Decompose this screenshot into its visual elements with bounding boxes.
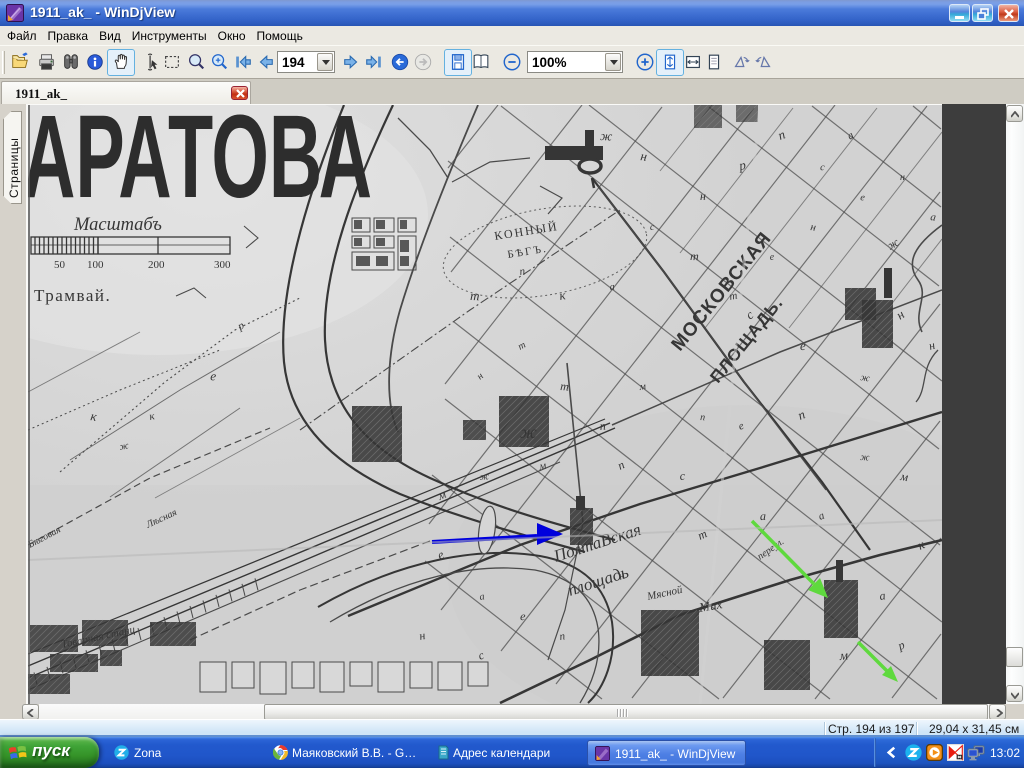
svg-text:п: п — [599, 419, 606, 433]
svg-text:100: 100 — [87, 259, 104, 271]
svg-text:т: т — [470, 288, 480, 303]
svg-text:Масштабъ: Масштабъ — [73, 215, 162, 235]
svg-text:Трамвай.: Трамвай. — [34, 286, 111, 305]
svg-text:н: н — [700, 189, 706, 203]
svg-text:ж: ж — [860, 452, 871, 464]
svg-text:200: 200 — [148, 259, 165, 271]
svg-text:300: 300 — [214, 259, 231, 271]
svg-text:т: т — [560, 379, 570, 394]
svg-text:ж: ж — [520, 422, 537, 442]
svg-text:ж: ж — [479, 471, 490, 483]
svg-text:ж: ж — [600, 128, 613, 144]
svg-text:н: н — [900, 172, 905, 183]
svg-text:т: т — [690, 249, 699, 263]
svg-text:е: е — [800, 338, 806, 353]
svg-text:АРАТОВА: АРАТОВА — [28, 105, 372, 223]
svg-text:п: п — [700, 412, 706, 423]
svg-text:м: м — [838, 647, 848, 663]
svg-text:а: а — [760, 509, 766, 523]
svg-text:50: 50 — [54, 259, 66, 271]
